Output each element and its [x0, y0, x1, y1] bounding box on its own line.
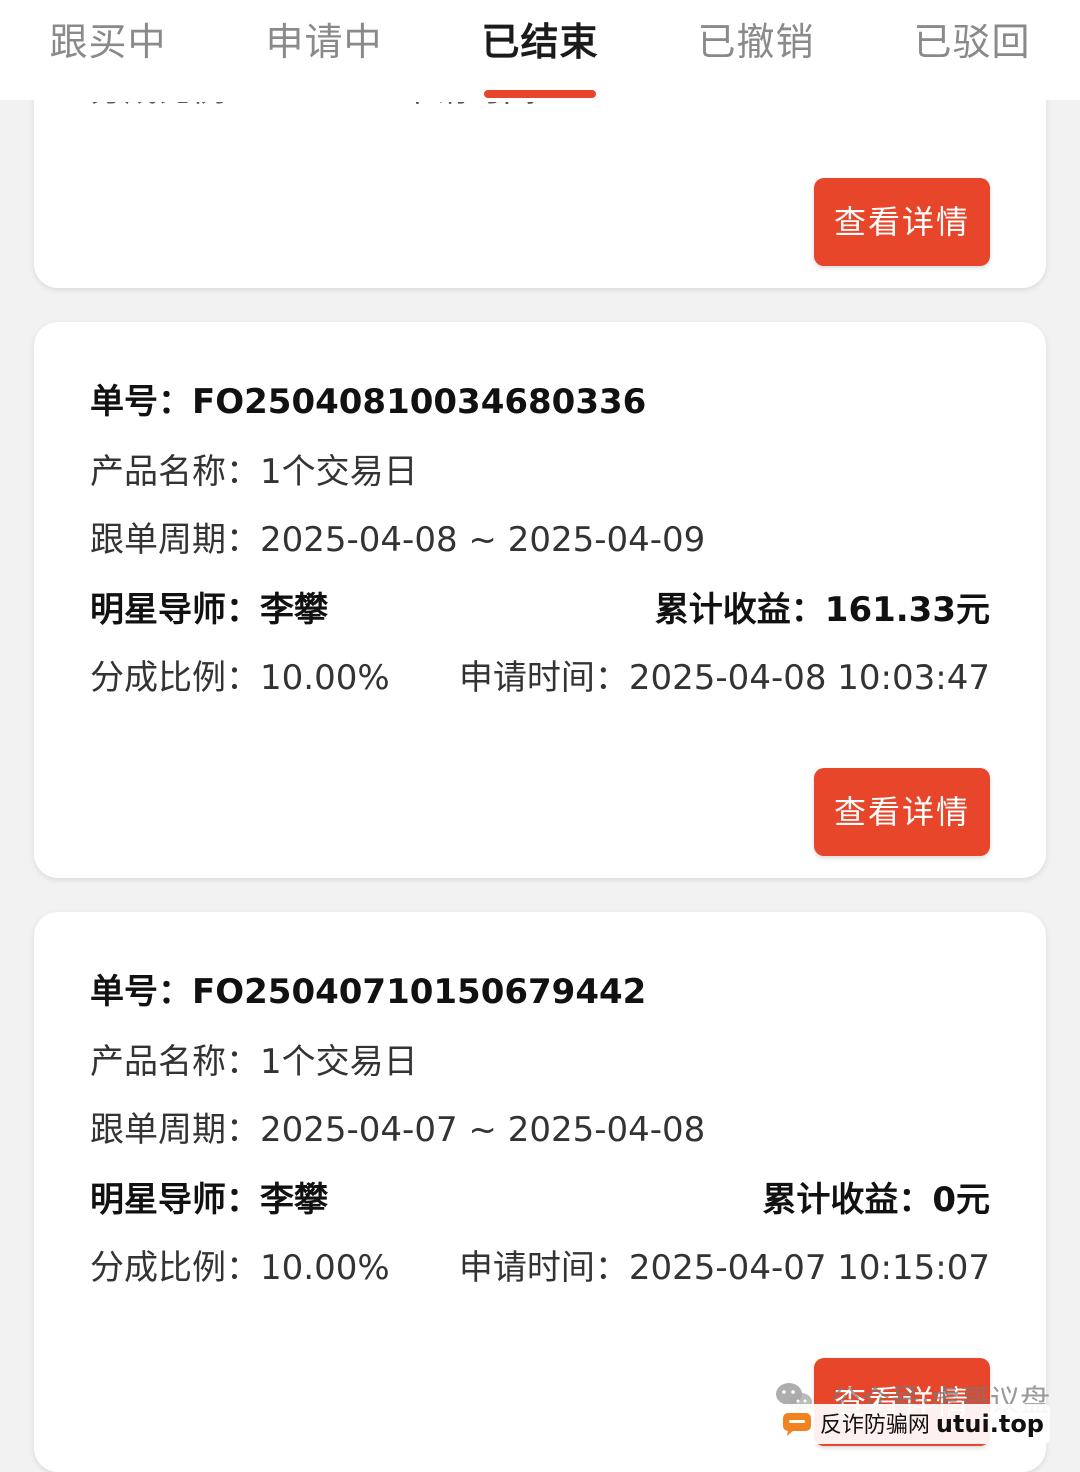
tab-rejected[interactable]: 已驳回	[864, 0, 1080, 100]
mentor-name: 李攀	[260, 590, 328, 630]
product-name: 1个交易日	[260, 1042, 418, 1082]
apply-time-group: 申请时间：2025-04-08 10:03:47	[459, 656, 990, 700]
order-number-row: 单号：FO25040710150679442	[90, 970, 990, 1014]
split-label: 分成比例：	[90, 658, 260, 698]
follow-period: 2025-04-08 ~ 2025-04-09	[260, 520, 706, 560]
split-row: 分成比例：10.00% 申请时间：2025-04-08 10:03:47	[90, 656, 990, 700]
profit-label: 累计收益：	[654, 590, 825, 630]
status-tab-bar: 跟买中 申请中 已结束 已撤销 已驳回	[0, 0, 1080, 100]
follow-period: 2025-04-07 ~ 2025-04-08	[260, 1110, 706, 1150]
watermark: 公众号·虎哥议盘 反诈防骗网 utui.top	[773, 1376, 1050, 1444]
tab-ended[interactable]: 已结束	[432, 0, 648, 100]
mentor-row: 明星导师：李攀 累计收益：161.33元	[90, 588, 990, 632]
period-row: 跟单周期：2025-04-07 ~ 2025-04-08	[90, 1108, 990, 1152]
profit-label: 累计收益：	[762, 1180, 933, 1220]
profit-group: 累计收益：0元	[762, 1178, 990, 1222]
order-number-label: 单号：	[90, 972, 192, 1012]
tab-following[interactable]: 跟买中	[0, 0, 216, 100]
tab-applying[interactable]: 申请中	[216, 0, 432, 100]
product-name: 1个交易日	[260, 452, 418, 492]
order-card: 单号：FO25040810034680336 产品名称：1个交易日 跟单周期：2…	[34, 322, 1046, 878]
product-row: 产品名称：1个交易日	[90, 450, 990, 494]
view-details-button[interactable]: 查看详情	[814, 768, 990, 856]
apply-time: 2025-04-07 10:15:07	[628, 1248, 990, 1288]
view-details-button[interactable]: 查看详情	[814, 178, 990, 266]
watermark-site: utui.top	[935, 1410, 1044, 1438]
order-number: FO25040810034680336	[192, 382, 647, 422]
watermark-badge-text: 反诈防骗网	[819, 1413, 930, 1438]
split-row: 分成比例：10.00% 申请时间：2025-04-07 10:15:07	[90, 1246, 990, 1290]
period-label: 跟单周期：	[90, 1110, 260, 1150]
tab-revoked[interactable]: 已撤销	[648, 0, 864, 100]
apply-time-label: 申请时间：	[458, 658, 629, 698]
split-ratio: 10.00%	[260, 658, 390, 698]
order-number-label: 单号：	[90, 382, 192, 422]
watermark-badge: 反诈防骗网 utui.top	[773, 1404, 1050, 1444]
cumulative-profit: 0元	[932, 1180, 990, 1220]
apply-time: 2025-04-08 10:03:47	[628, 658, 990, 698]
speech-bubble-icon	[782, 1413, 811, 1436]
partial-row-text: 分成比例：10.00% 申请时间：2025-04-09 10:05:12	[90, 102, 940, 110]
period-label: 跟单周期：	[90, 520, 260, 560]
split-label: 分成比例：	[90, 1248, 260, 1288]
period-row: 跟单周期：2025-04-08 ~ 2025-04-09	[90, 518, 990, 562]
order-number: FO25040710150679442	[192, 972, 647, 1012]
profit-group: 累计收益：161.33元	[655, 588, 990, 632]
product-label: 产品名称：	[90, 1042, 260, 1082]
apply-time-group: 申请时间：2025-04-07 10:15:07	[459, 1246, 990, 1290]
apply-time-label: 申请时间：	[458, 1248, 629, 1288]
cumulative-profit: 161.33元	[824, 590, 990, 630]
product-label: 产品名称：	[90, 452, 260, 492]
mentor-label: 明星导师：	[90, 590, 260, 630]
mentor-name: 李攀	[260, 1180, 328, 1220]
mentor-label: 明星导师：	[90, 1180, 260, 1220]
mentor-row: 明星导师：李攀 累计收益：0元	[90, 1178, 990, 1222]
product-row: 产品名称：1个交易日	[90, 1040, 990, 1084]
order-number-row: 单号：FO25040810034680336	[90, 380, 990, 424]
partial-row-clipped: 分成比例：10.00% 申请时间：2025-04-09 10:05:12	[90, 102, 940, 110]
split-ratio: 10.00%	[260, 1248, 390, 1288]
active-tab-indicator	[484, 90, 596, 98]
